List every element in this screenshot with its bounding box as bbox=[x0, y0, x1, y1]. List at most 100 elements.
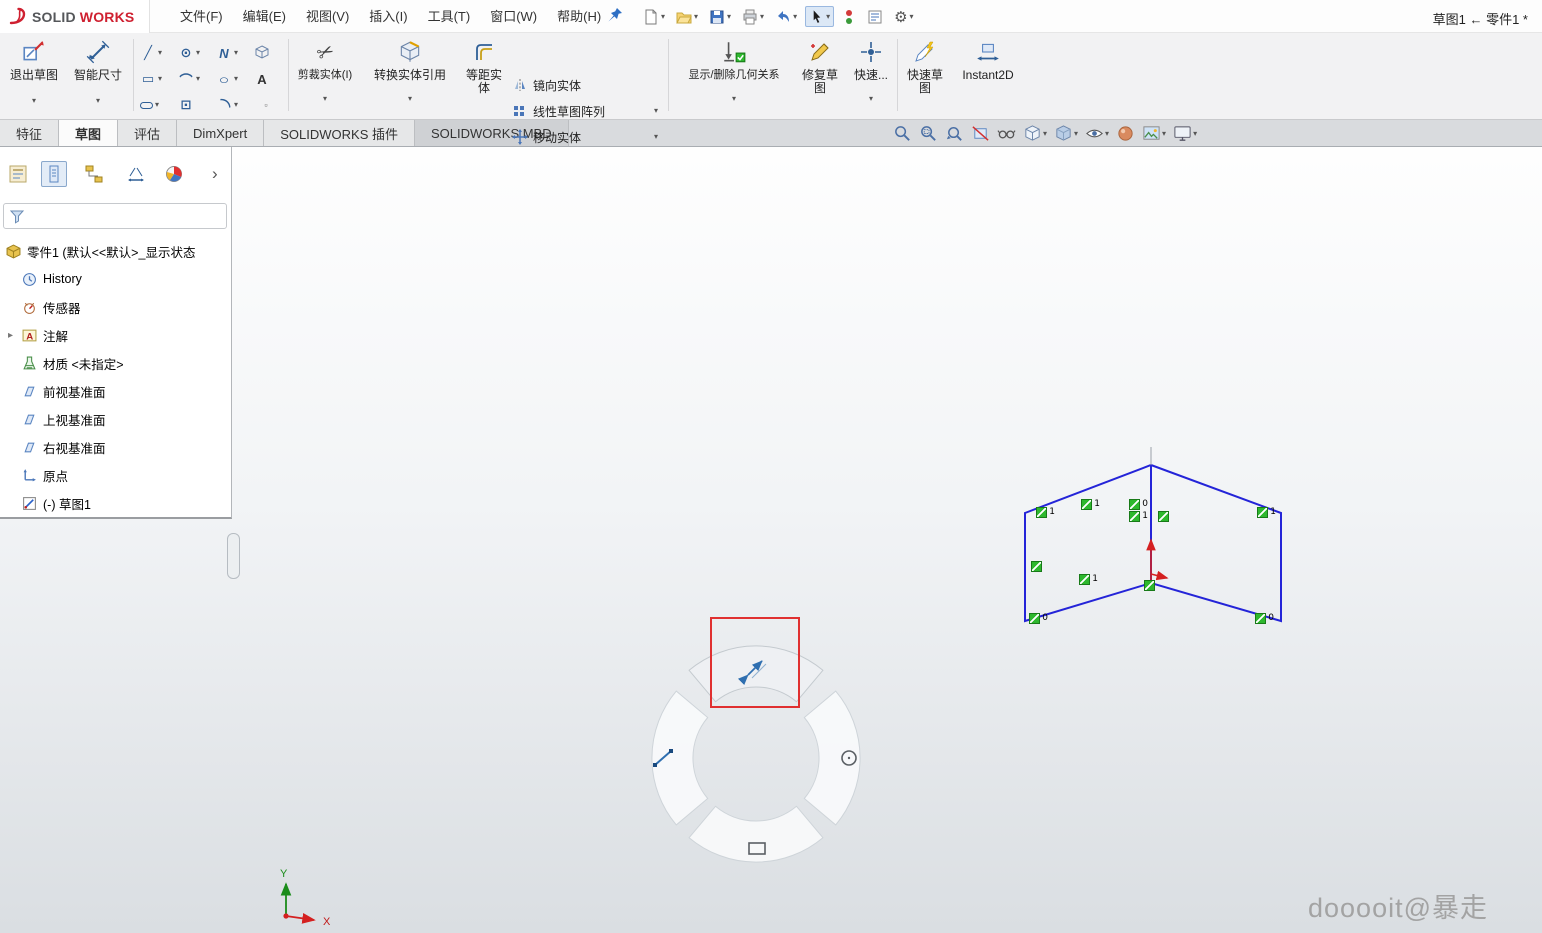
caret-icon[interactable]: ▾ bbox=[1043, 129, 1047, 138]
zoom-area-icon[interactable] bbox=[919, 124, 938, 143]
spline-tool-button[interactable]: N ▾ bbox=[216, 42, 238, 64]
tree-item-material[interactable]: 材质 <未指定> bbox=[0, 349, 230, 377]
featuremanager-tab-icon[interactable] bbox=[5, 161, 31, 187]
tree-item-annotations[interactable]: ▸ A 注解 bbox=[0, 321, 230, 349]
caret-icon[interactable]: ▾ bbox=[158, 75, 162, 83]
open-document-button[interactable]: ▾ bbox=[673, 7, 701, 27]
caret-icon[interactable]: ▾ bbox=[760, 12, 764, 21]
slot-tool-button[interactable]: ▾ bbox=[140, 94, 159, 116]
constraint-badge[interactable]: 1 bbox=[1257, 507, 1276, 518]
tree-item-front-plane[interactable]: 前视基准面 bbox=[0, 377, 230, 405]
menu-view[interactable]: 视图(V) bbox=[296, 5, 359, 29]
caret-icon[interactable]: ▾ bbox=[196, 49, 200, 57]
constraint-badge[interactable]: 0 bbox=[1255, 613, 1274, 624]
fillet-tool-button[interactable]: ⌒ ▾ bbox=[214, 94, 238, 116]
rapid-sketch-button[interactable]: 快速草图 bbox=[902, 36, 948, 118]
small-point-button[interactable]: ▫ bbox=[258, 94, 274, 116]
circle-tool-button[interactable]: ⊙ ▾ bbox=[178, 42, 200, 64]
tree-filter-input[interactable] bbox=[29, 209, 221, 223]
tab-evaluate[interactable]: 评估 bbox=[118, 120, 178, 146]
caret-icon[interactable]: ▾ bbox=[694, 12, 698, 21]
task-pane-button[interactable] bbox=[864, 7, 886, 27]
displaymanager-tab-icon[interactable] bbox=[161, 161, 187, 187]
gesture-segment-right[interactable] bbox=[803, 690, 861, 826]
arc-tool-button[interactable]: ⌒ ▾ bbox=[178, 68, 200, 90]
tab-dimxpert[interactable]: DimXpert bbox=[177, 120, 265, 146]
constraint-badge[interactable]: 1 bbox=[1079, 574, 1098, 585]
constraint-badge[interactable]: 0 bbox=[1129, 499, 1148, 510]
constraint-badge[interactable] bbox=[1158, 511, 1169, 522]
tree-item-top-plane[interactable]: 上视基准面 bbox=[0, 405, 230, 433]
options-button[interactable]: ⚙ ▾ bbox=[891, 6, 916, 28]
view-orientation-icon[interactable]: ▾ bbox=[1023, 124, 1047, 143]
mirror-entities-button[interactable]: 镜向实体 bbox=[512, 73, 664, 97]
apply-scene-icon[interactable]: ▾ bbox=[1142, 124, 1166, 143]
dynamic-annotation-icon[interactable] bbox=[997, 124, 1016, 143]
text-tool-button[interactable]: A bbox=[254, 68, 270, 90]
constraint-badge[interactable]: 1 bbox=[1081, 499, 1100, 510]
panel-splitter-handle[interactable] bbox=[227, 533, 240, 579]
repair-sketch-button[interactable]: 修复草图 bbox=[797, 36, 843, 118]
caret-icon[interactable]: ▾ bbox=[196, 75, 200, 83]
menu-insert[interactable]: 插入(I) bbox=[359, 5, 417, 29]
sketch-entities[interactable] bbox=[1024, 447, 1282, 623]
tab-sketch[interactable]: 草图 bbox=[59, 120, 119, 146]
point-tool-button[interactable]: ⊡ bbox=[178, 94, 194, 116]
caret-icon[interactable]: ▾ bbox=[96, 97, 100, 105]
convert-entities-button[interactable]: 转换实体引用 ▾ bbox=[362, 36, 458, 118]
constraint-badge[interactable]: 1 bbox=[1129, 511, 1148, 522]
caret-icon[interactable]: ▾ bbox=[654, 133, 658, 141]
edit-appearance-icon[interactable] bbox=[1116, 124, 1135, 143]
caret-icon[interactable]: ▾ bbox=[732, 95, 736, 103]
trim-entities-button[interactable]: ✂ 剪裁实体(I) ▾ bbox=[292, 36, 358, 118]
sketch-3d-button[interactable] bbox=[254, 42, 270, 64]
selection-filter-icon[interactable] bbox=[839, 7, 859, 27]
tree-item-sketch1[interactable]: (-) 草图1 bbox=[0, 489, 230, 517]
caret-icon[interactable]: ▾ bbox=[910, 12, 914, 21]
propertymanager-tab-icon[interactable] bbox=[41, 161, 67, 187]
caret-icon[interactable]: ▾ bbox=[727, 12, 731, 21]
move-entities-button[interactable]: 移动实体 ▾ bbox=[512, 125, 664, 149]
save-button[interactable]: ▾ bbox=[706, 7, 734, 27]
caret-icon[interactable]: ▾ bbox=[323, 95, 327, 103]
gesture-segment-left[interactable] bbox=[651, 690, 709, 826]
line-tool-button[interactable]: ╱ ▾ bbox=[140, 42, 162, 64]
display-style-icon[interactable]: ▾ bbox=[1054, 124, 1078, 143]
caret-icon[interactable]: ▾ bbox=[408, 95, 412, 103]
constraint-badge[interactable]: 0 bbox=[1029, 613, 1048, 624]
previous-view-icon[interactable] bbox=[945, 124, 964, 143]
constraint-badge[interactable]: 1 bbox=[1036, 507, 1055, 518]
caret-icon[interactable]: ▾ bbox=[155, 101, 159, 109]
tree-item-origin[interactable]: 原点 bbox=[0, 461, 230, 489]
quick-snaps-button[interactable]: 快速... ▾ bbox=[848, 36, 894, 118]
menu-edit[interactable]: 编辑(E) bbox=[233, 5, 296, 29]
expand-arrow-icon[interactable]: ▸ bbox=[8, 330, 13, 341]
constraint-badge[interactable] bbox=[1144, 580, 1155, 591]
smart-dimension-button[interactable]: 智能尺寸 ▾ bbox=[70, 36, 126, 118]
caret-icon[interactable]: ▾ bbox=[1162, 129, 1166, 138]
section-view-icon[interactable] bbox=[971, 124, 990, 143]
display-delete-relations-button[interactable]: 显示/删除几何关系 ▾ bbox=[676, 36, 792, 118]
tree-item-right-plane[interactable]: 右视基准面 bbox=[0, 433, 230, 461]
menu-window[interactable]: 窗口(W) bbox=[480, 5, 547, 29]
tree-root-part[interactable]: 零件1 (默认<<默认>_显示状态 bbox=[0, 237, 230, 265]
tab-features[interactable]: 特征 bbox=[0, 120, 60, 146]
caret-icon[interactable]: ▾ bbox=[1193, 129, 1197, 138]
tree-item-sensors[interactable]: 传感器 bbox=[0, 293, 230, 321]
ellipse-tool-button[interactable]: ○ ▾ bbox=[216, 68, 238, 90]
tree-item-history[interactable]: History bbox=[0, 265, 230, 293]
caret-icon[interactable]: ▾ bbox=[826, 12, 830, 21]
caret-icon[interactable]: ▾ bbox=[661, 12, 665, 21]
menu-tools[interactable]: 工具(T) bbox=[418, 5, 481, 29]
exit-sketch-button[interactable]: 退出草图 ▾ bbox=[4, 36, 64, 118]
hide-show-items-icon[interactable]: ▾ bbox=[1085, 124, 1109, 143]
menu-file[interactable]: 文件(F) bbox=[170, 5, 233, 29]
rectangle-tool-button[interactable]: ▭ ▾ bbox=[140, 68, 162, 90]
linear-sketch-pattern-button[interactable]: 线性草图阵列 ▾ bbox=[512, 99, 664, 123]
constraint-badge[interactable] bbox=[1031, 561, 1042, 572]
instant2d-button[interactable]: Instant2D bbox=[952, 36, 1024, 118]
pin-menu-icon[interactable] bbox=[606, 6, 624, 24]
dimxpertmanager-tab-icon[interactable] bbox=[123, 161, 149, 187]
offset-entities-button[interactable]: 等距实体 bbox=[461, 36, 507, 118]
panel-expand-chevron-icon[interactable]: › bbox=[212, 164, 218, 184]
